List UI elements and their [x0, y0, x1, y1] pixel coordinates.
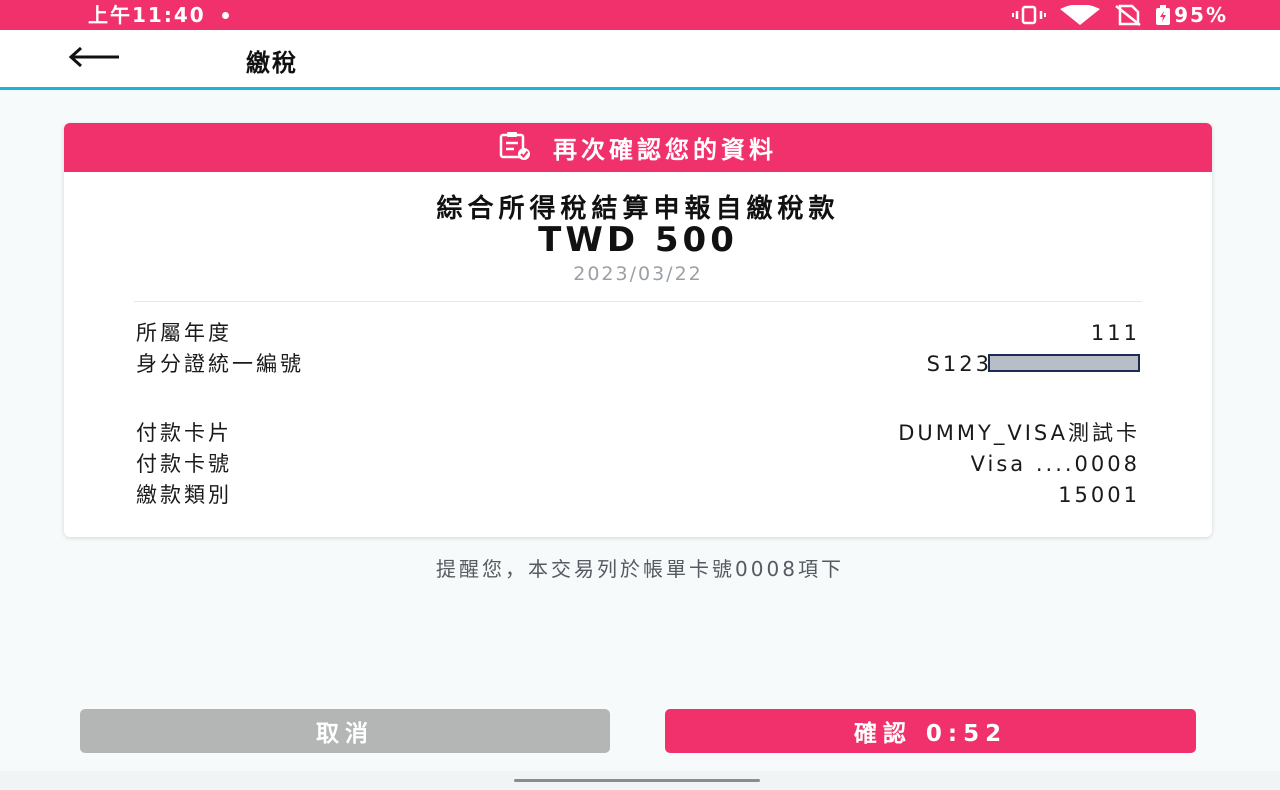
status-icons: 95%	[1012, 2, 1228, 28]
detail-value: 111	[1090, 321, 1140, 345]
home-indicator[interactable]	[514, 779, 760, 782]
detail-value: S123	[926, 352, 992, 376]
notification-dot-icon	[221, 11, 229, 19]
arrow-left-icon	[67, 46, 121, 72]
status-time: 上午11:40	[88, 3, 206, 27]
transaction-date: 2023/03/22	[573, 263, 703, 285]
detail-label: 付款卡號	[136, 452, 232, 476]
detail-label: 所屬年度	[136, 321, 232, 345]
masked-redaction	[988, 354, 1140, 372]
confirmation-card: 再次確認您的資料 綜合所得稅結算申報自繳稅款 TWD 500 2023/03/2…	[64, 123, 1212, 537]
wifi-icon	[1060, 5, 1101, 25]
page-title: 繳稅	[246, 49, 298, 77]
no-sim-icon	[1114, 4, 1142, 26]
detail-value-group: S123	[927, 351, 1140, 377]
battery-level: 95%	[1174, 3, 1228, 27]
battery-group: 95%	[1156, 3, 1228, 27]
clipboard-check-icon	[499, 131, 531, 164]
back-button[interactable]	[62, 42, 126, 76]
transaction-amount: TWD 500	[538, 220, 738, 260]
detail-value: 15001	[1058, 483, 1140, 507]
cancel-button[interactable]: 取消	[80, 709, 610, 753]
confirm-button[interactable]: 確認 0:52	[665, 709, 1196, 753]
status-bar: 上午11:40 95%	[0, 0, 1280, 30]
system-nav-bar	[0, 771, 1280, 790]
app-bar: 繳稅	[0, 30, 1280, 90]
detail-label: 付款卡片	[136, 421, 232, 445]
reminder-text: 提醒您，本交易列於帳單卡號0008項下	[436, 557, 844, 581]
status-time-group: 上午11:40	[88, 2, 229, 28]
battery-charging-icon	[1156, 5, 1171, 25]
detail-label: 身分證統一編號	[136, 352, 304, 376]
card-header: 再次確認您的資料	[64, 123, 1212, 172]
detail-value: Visa ....0008	[970, 452, 1140, 476]
detail-value: DUMMY_VISA測試卡	[898, 421, 1140, 445]
vibrate-icon	[1012, 5, 1047, 25]
detail-label: 繳款類別	[136, 483, 232, 507]
divider	[134, 301, 1142, 302]
card-header-title: 再次確認您的資料	[553, 136, 777, 164]
